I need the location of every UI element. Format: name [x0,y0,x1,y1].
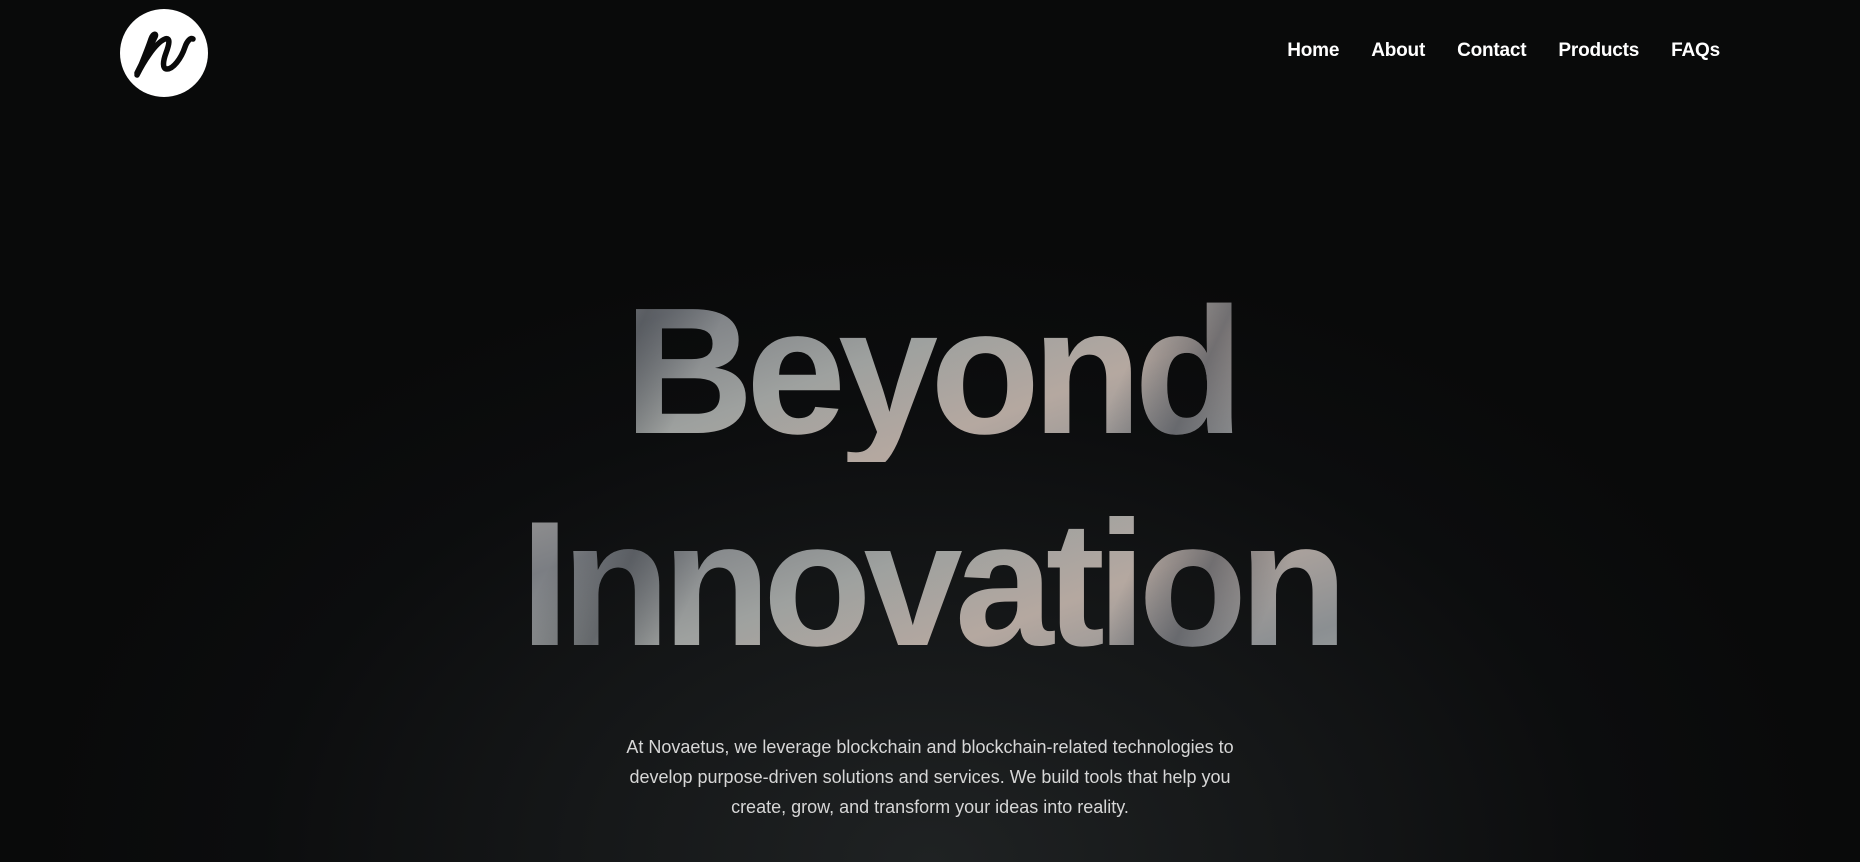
nav-faqs[interactable]: FAQs [1671,40,1720,62]
hero-description-line2: develop purpose-driven solutions and ser… [629,767,1231,787]
nav-about[interactable]: About [1371,40,1425,62]
nav-contact[interactable]: Contact [1457,40,1527,62]
hero-description: At Novaetus, we leverage blockchain and … [0,732,1860,822]
page: Home About Contact Products FAQs Beyond … [0,0,1860,862]
hero-title-line2: Innovation [0,495,1860,673]
hero-description-line1: At Novaetus, we leverage blockchain and … [626,737,1234,757]
hero-description-line3: create, grow, and transform your ideas i… [731,797,1129,817]
nav-home[interactable]: Home [1287,40,1339,62]
cursive-n-logo-icon [134,31,196,78]
logo[interactable] [120,9,208,97]
main-nav: Home About Contact Products FAQs [1287,40,1720,62]
hero-title-line1: Beyond [0,282,1860,462]
nav-products[interactable]: Products [1558,40,1639,62]
